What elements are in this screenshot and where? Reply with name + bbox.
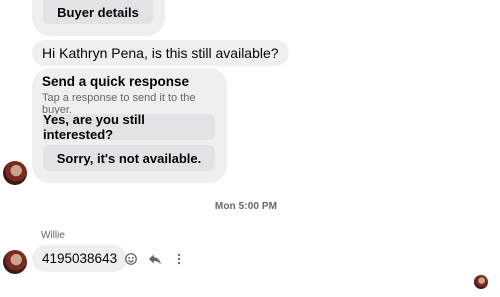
quick-response-yes-button[interactable]: Yes, are you still interested? <box>43 112 215 142</box>
buyer-details-button[interactable]: Buyer details <box>43 0 153 24</box>
smile-icon[interactable] <box>122 250 140 268</box>
message-text: Hi Kathryn Pena, is this still available… <box>42 45 279 61</box>
message-text: 4195038643 <box>42 251 118 266</box>
reply-icon[interactable] <box>146 250 164 268</box>
chat-canvas: Buyer details Hi Kathryn Pena, is this s… <box>0 0 500 297</box>
message-bubble: 4195038643 <box>32 245 128 272</box>
timestamp: Mon 5:00 PM <box>214 201 278 212</box>
message-actions <box>122 250 188 268</box>
avatar[interactable] <box>3 161 27 185</box>
more-vertical-icon[interactable] <box>170 250 188 268</box>
read-receipt-avatar <box>474 275 488 289</box>
quick-response-sorry-button[interactable]: Sorry, it's not available. <box>43 145 215 171</box>
avatar[interactable] <box>3 250 27 274</box>
quick-response-title: Send a quick response <box>42 74 190 89</box>
message-bubble: Hi Kathryn Pena, is this still available… <box>32 40 289 66</box>
sender-name: Willie <box>41 230 65 241</box>
quick-response-card: Send a quick response Tap a response to … <box>32 68 227 183</box>
